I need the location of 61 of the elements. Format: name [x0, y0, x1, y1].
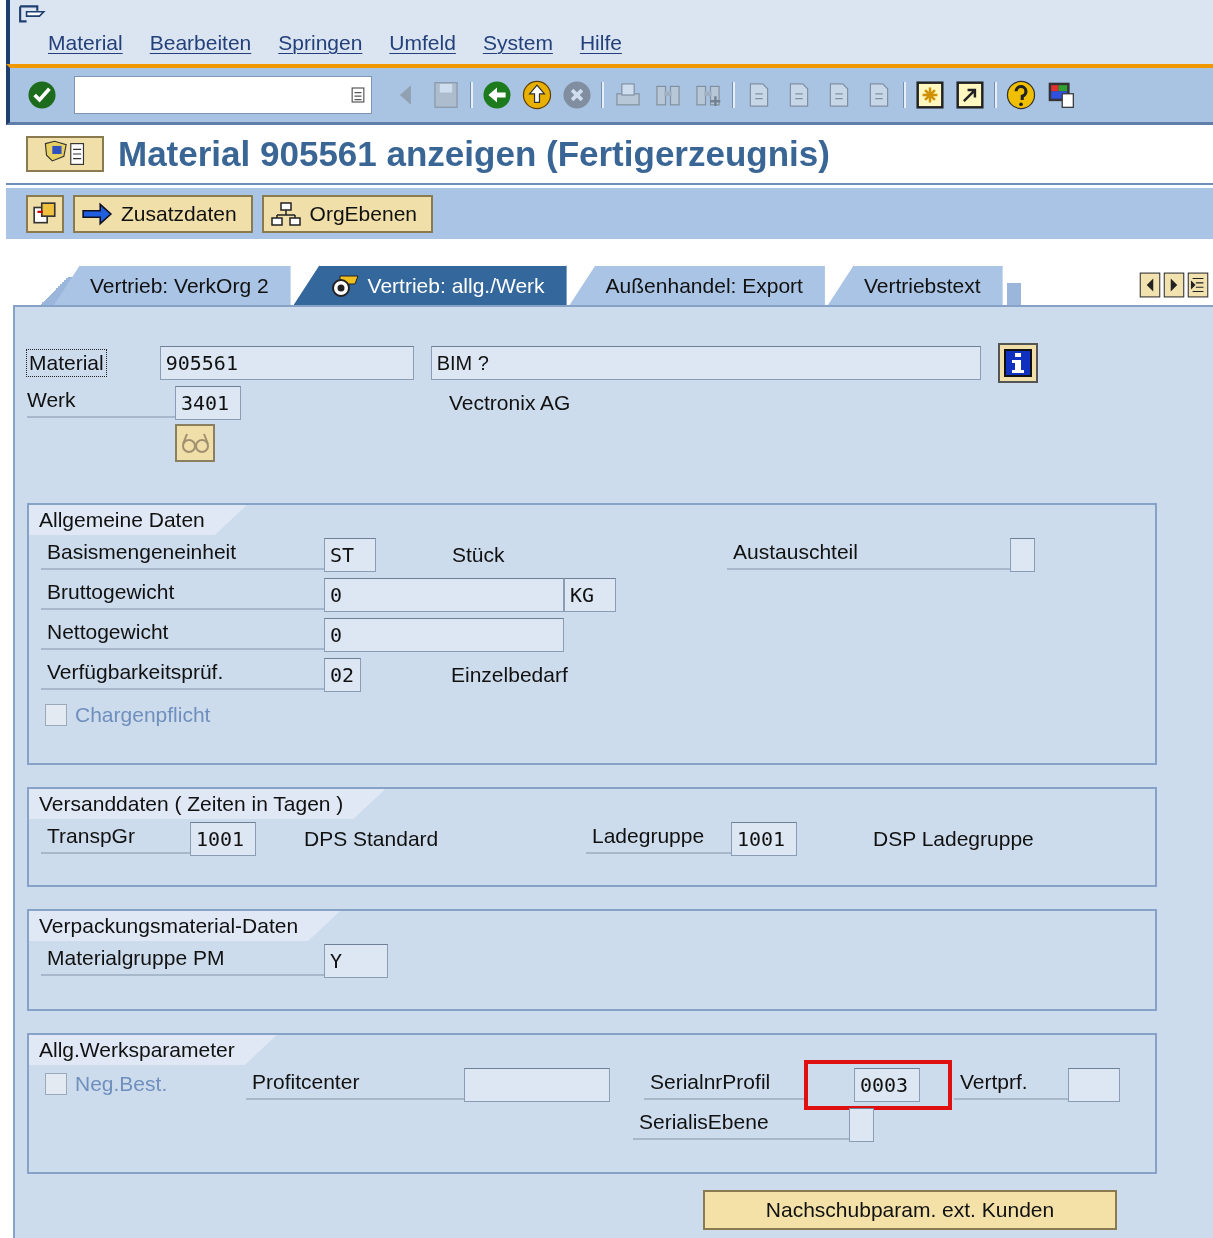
group-title: Allgemeine Daten — [29, 505, 247, 535]
input-field[interactable] — [464, 1068, 610, 1102]
transport-text: DPS Standard — [304, 827, 440, 851]
glasses-icon[interactable] — [175, 424, 215, 462]
tab[interactable]: Vertrieb: VerkOrg 2 — [54, 265, 291, 305]
group-title: Allg.Werksparameter — [29, 1035, 277, 1065]
tab[interactable]: Außenhandel: Export — [569, 265, 825, 305]
replenishment-button[interactable]: Nachschubparam. ext. Kunden — [703, 1190, 1117, 1230]
toggle-button[interactable] — [26, 136, 104, 172]
dropdown-icon[interactable] — [351, 86, 365, 104]
tab-status-icon — [329, 272, 360, 299]
input-field[interactable]: KG — [564, 578, 616, 612]
help-icon[interactable] — [1005, 79, 1037, 111]
loading-text: DSP Ladegruppe — [873, 827, 1034, 851]
menu-item[interactable]: Springen — [278, 31, 363, 55]
field-label: SerialnrProfil — [644, 1070, 808, 1100]
input-field[interactable]: 1001 — [190, 822, 256, 856]
group-title: Versanddaten ( Zeiten in Tagen ) — [29, 789, 386, 819]
check-text: Einzelbedarf — [451, 663, 568, 687]
screen-title: Material 905561 anzeigen (Fertigerzeugnis) — [118, 134, 830, 174]
input-field[interactable]: 1001 — [731, 822, 797, 856]
command-field[interactable] — [74, 76, 372, 114]
input-field[interactable]: 3401 — [175, 386, 241, 420]
toolbar-button[interactable] — [26, 194, 64, 233]
checkbox-label: Neg.Best. — [75, 1071, 168, 1096]
input-field[interactable]: 905561 — [159, 346, 414, 380]
arrow-up-icon[interactable] — [521, 79, 553, 111]
input-field[interactable]: 0 — [324, 578, 564, 612]
menu-item[interactable]: Bearbeiten — [149, 31, 252, 55]
description-field[interactable]: BIM ? — [430, 346, 981, 380]
scroll-right-icon[interactable] — [1163, 272, 1185, 298]
input-field[interactable] — [1010, 538, 1035, 572]
input-field[interactable]: ST — [324, 538, 376, 572]
check-icon[interactable] — [26, 79, 58, 111]
menu-item[interactable]: System — [482, 31, 553, 55]
menu-item[interactable]: Umfeld — [389, 31, 456, 55]
menu-item[interactable]: Hilfe — [579, 31, 622, 55]
field-label: Material — [27, 350, 106, 376]
input-field[interactable]: 0003 — [854, 1068, 920, 1102]
toolbar-button[interactable]: Zusatzdaten — [73, 194, 253, 233]
input-field[interactable] — [1068, 1068, 1120, 1102]
input-field[interactable]: Y — [324, 944, 388, 978]
plant-name: Vectronix AG — [449, 391, 571, 415]
input-field[interactable]: 02 — [324, 658, 361, 692]
tab-list-icon[interactable] — [1187, 272, 1209, 298]
hierarchy-icon — [269, 201, 302, 226]
input-field[interactable] — [849, 1108, 874, 1142]
arrow-left-icon[interactable] — [481, 79, 513, 111]
arrow-right-icon — [81, 201, 113, 226]
input-field[interactable]: 0 — [324, 618, 564, 652]
menu-icon[interactable] — [18, 4, 48, 26]
tab[interactable]: Vertrieb: allg./Werk — [293, 265, 567, 305]
tab[interactable]: Vertriebstext — [827, 265, 1003, 305]
info-icon[interactable] — [997, 343, 1038, 383]
menu-item[interactable]: Material — [48, 31, 123, 55]
unit-text: Stück — [452, 543, 506, 567]
toolbar-button[interactable]: OrgEbenen — [261, 194, 433, 233]
group-title: Verpackungsmaterial-Daten — [29, 911, 341, 941]
scroll-left-icon[interactable] — [1139, 272, 1161, 298]
tab-stack-edge — [1006, 283, 1021, 305]
checkbox-label: Chargenpflicht — [75, 703, 211, 727]
